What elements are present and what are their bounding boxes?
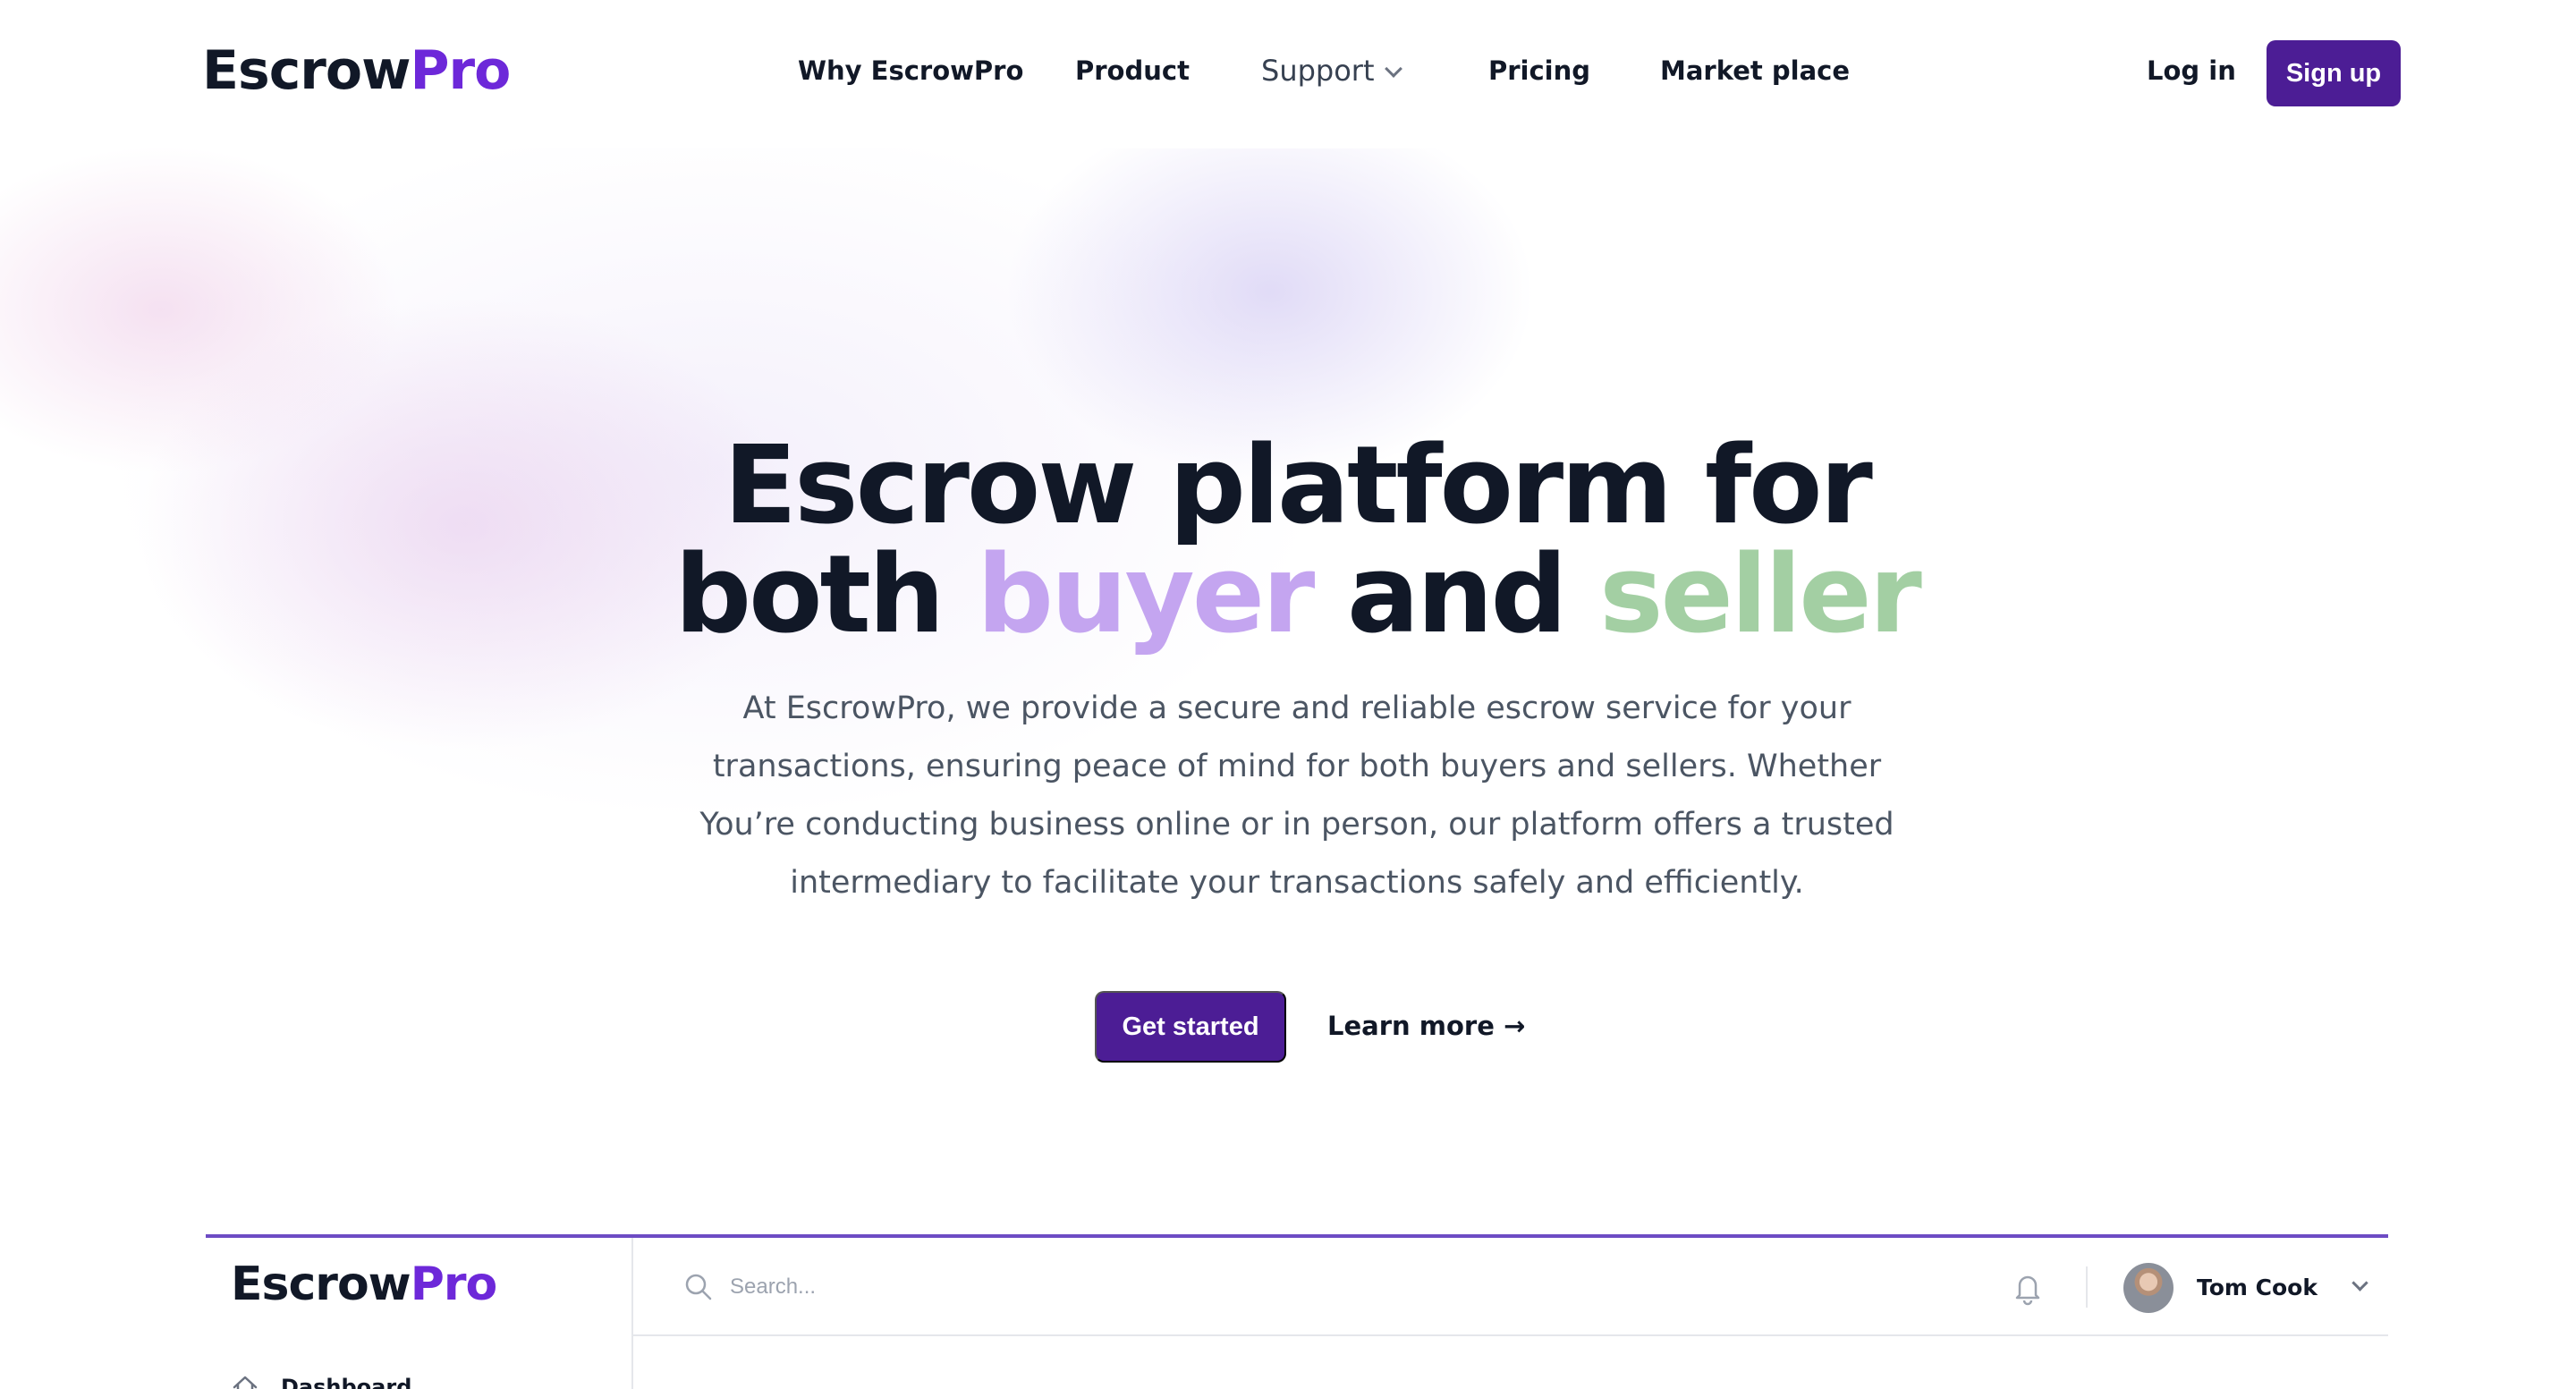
bell-icon[interactable] [2011, 1270, 2045, 1306]
top-navigation: EscrowPro Why EscrowPro Product Support … [0, 0, 2576, 148]
sidebar-item-label: Dashboard [281, 1375, 412, 1389]
nav-link-support-label: Support [1261, 54, 1375, 88]
avatar[interactable] [2123, 1263, 2174, 1313]
hero-description: At EscrowPro, we provide a secure and re… [699, 690, 1894, 901]
app-logo-main-text: Escrow [231, 1258, 411, 1311]
hero-title-line-1: Escrow platform for [724, 424, 1873, 548]
get-started-button[interactable]: Get started [1095, 991, 1286, 1063]
hero-title-seller: seller [1599, 533, 1922, 657]
app-logo: EscrowPro [231, 1258, 497, 1311]
home-icon [231, 1373, 259, 1389]
hero-title-both: both [674, 533, 978, 657]
user-name[interactable]: Tom Cook [2197, 1275, 2318, 1300]
chevron-down-icon [1384, 60, 1402, 78]
chevron-down-icon[interactable] [2351, 1275, 2368, 1292]
nav-link-why-escrowpro[interactable]: Why EscrowPro [798, 55, 1023, 86]
sidebar-item-dashboard[interactable]: Dashboard [231, 1374, 411, 1389]
app-sidebar: EscrowPro Dashboard [206, 1238, 633, 1389]
search-input[interactable] [730, 1268, 1356, 1306]
nav-link-market-place[interactable]: Market place [1660, 55, 1850, 86]
app-preview: EscrowPro Dashboard Tom Cook [206, 1234, 2388, 1389]
app-header: Tom Cook [633, 1238, 2388, 1336]
search-icon [683, 1272, 714, 1302]
hero-title-and: and [1312, 533, 1600, 657]
nav-link-pricing[interactable]: Pricing [1488, 55, 1590, 86]
signup-button[interactable]: Sign up [2267, 40, 2401, 106]
hero-section: Escrow platform for both buyer and selle… [0, 148, 2576, 1063]
learn-more-link[interactable]: Learn more → [1327, 1011, 1525, 1041]
hero-title-buyer: buyer [977, 533, 1315, 657]
hero-title-line-2: both buyer and seller [0, 540, 2576, 651]
nav-link-support[interactable]: Support [1261, 54, 1402, 88]
header-divider [2086, 1266, 2088, 1308]
login-link[interactable]: Log in [2147, 55, 2236, 86]
nav-link-product[interactable]: Product [1075, 55, 1190, 86]
app-logo-accent-text: Pro [410, 1258, 497, 1311]
